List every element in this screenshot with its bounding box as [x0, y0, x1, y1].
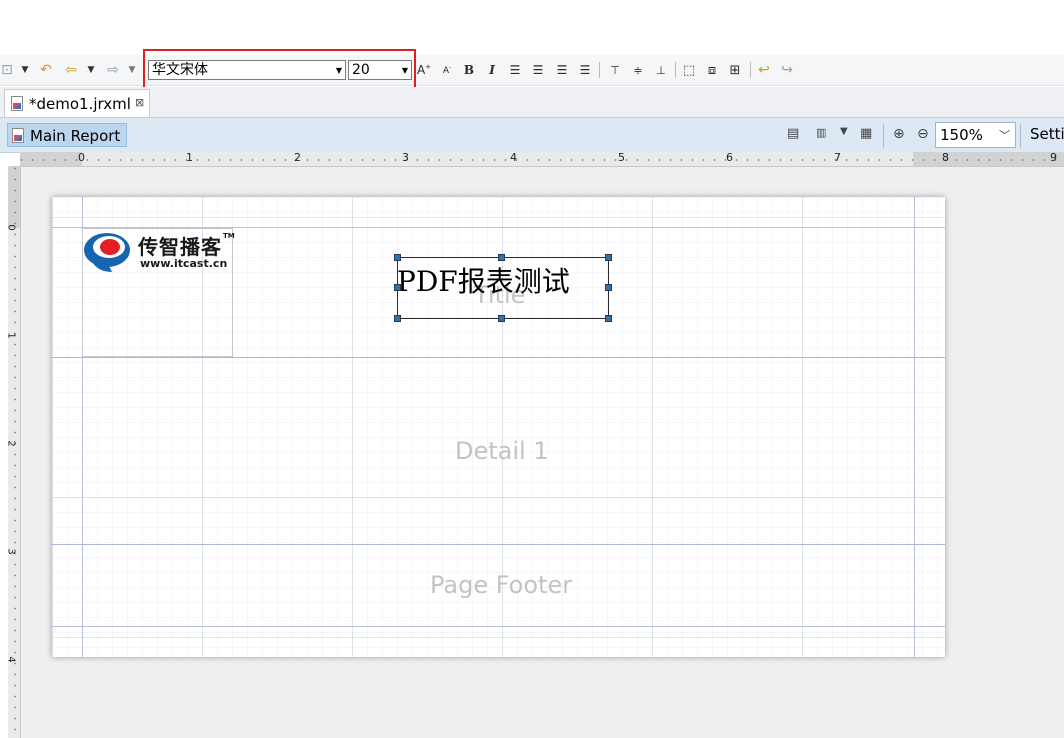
title-band-bottom[interactable]: [52, 357, 945, 358]
report-file-icon: [11, 96, 23, 111]
ruler-number: 7: [834, 152, 841, 164]
report-file-icon: [12, 128, 24, 143]
band-label-page-footer: Page Footer: [430, 571, 573, 599]
ruler-number: 1: [8, 332, 17, 338]
redo-alt-icon[interactable]: ↪: [778, 55, 796, 85]
resize-handle-n[interactable]: [498, 254, 505, 261]
right-margin-line: [914, 197, 915, 657]
fit-height-icon[interactable]: ⧈: [704, 55, 720, 85]
data-preview-icon[interactable]: ▥: [816, 126, 826, 139]
decrease-font-icon[interactable]: A-: [440, 55, 454, 85]
ruler-number: 3: [8, 548, 17, 554]
valign-middle-icon[interactable]: ≑: [630, 55, 646, 85]
resize-handle-s[interactable]: [498, 315, 505, 322]
detail-band-bottom[interactable]: [52, 544, 945, 545]
chevron-down-icon[interactable]: ﹀: [999, 127, 1010, 143]
undo-icon[interactable]: ↶: [36, 55, 56, 85]
ruler-number: 6: [726, 152, 733, 164]
back-nav-dropdown-icon[interactable]: ▼: [19, 55, 31, 85]
zoom-value: 150%: [940, 126, 983, 144]
toolbar-separator: [750, 62, 751, 78]
align-right-icon[interactable]: ☰: [554, 55, 570, 85]
resize-handle-w[interactable]: [394, 284, 401, 291]
ruler-number: 4: [510, 152, 517, 164]
increase-font-icon[interactable]: A+: [416, 55, 432, 85]
export-icon[interactable]: ▦: [860, 126, 872, 141]
logo-url: www.itcast.cn: [140, 257, 228, 270]
tab-demo1-jrxml[interactable]: *demo1.jrxml ⊠: [4, 89, 150, 117]
valign-top-icon[interactable]: ⊤: [607, 55, 623, 85]
settings-button[interactable]: Setti: [1030, 125, 1064, 143]
back-arrow-dropdown-icon[interactable]: ▼: [85, 55, 97, 85]
ruler-number: 9: [1050, 152, 1057, 164]
logo-trademark: TM: [223, 232, 235, 240]
italic-icon[interactable]: I: [485, 55, 499, 85]
back-nav-icon[interactable]: ⊡: [0, 55, 14, 85]
resize-handle-sw[interactable]: [394, 315, 401, 322]
ruler-number: 8: [942, 152, 949, 164]
align-justify-icon[interactable]: ☰: [577, 55, 593, 85]
ruler-number: 1: [186, 152, 193, 164]
band-layout-icon[interactable]: ▤: [787, 126, 799, 141]
toolbar-separator: [1020, 124, 1021, 148]
zoom-in-icon[interactable]: ⊕: [893, 126, 905, 142]
resize-handle-se[interactable]: [605, 315, 612, 322]
fit-both-icon[interactable]: ⊞: [727, 55, 743, 85]
forward-dropdown-icon[interactable]: ▼: [126, 55, 138, 85]
fit-width-icon[interactable]: ⬚: [681, 55, 697, 85]
close-icon[interactable]: ⊠: [135, 96, 144, 109]
toolbar-separator: [675, 62, 676, 78]
toolbar-separator: [599, 62, 600, 78]
zoom-select[interactable]: 150% ﹀: [935, 122, 1016, 148]
forward-arrow-icon[interactable]: ⇨: [103, 55, 123, 85]
valign-bottom-icon[interactable]: ⊥: [653, 55, 669, 85]
main-report-label: Main Report: [30, 127, 121, 145]
resize-handle-nw[interactable]: [394, 254, 401, 261]
ruler-number: 2: [294, 152, 301, 164]
bottom-margin-line: [52, 626, 945, 627]
tab-label: *demo1.jrxml: [29, 95, 131, 113]
logo-icon: [84, 233, 130, 272]
undo-alt-icon[interactable]: ↩: [755, 55, 773, 85]
back-arrow-icon[interactable]: ⇦: [61, 55, 81, 85]
zoom-out-icon[interactable]: ⊖: [917, 126, 929, 142]
logo-text: 传智播客: [138, 235, 222, 259]
main-report-button[interactable]: Main Report: [7, 123, 127, 147]
ruler-ticks: [20, 152, 1064, 166]
ruler-number: 0: [8, 224, 17, 230]
resize-handle-ne[interactable]: [605, 254, 612, 261]
bold-icon[interactable]: B: [462, 55, 476, 85]
ruler-number: 4: [8, 656, 17, 662]
align-center-icon[interactable]: ☰: [530, 55, 546, 85]
ruler-number: 3: [402, 152, 409, 164]
text-element-content: PDF报表测试: [397, 265, 570, 298]
editor-tab-strip: *demo1.jrxml ⊠: [0, 87, 1064, 118]
ruler-ticks: [8, 166, 20, 738]
ruler-number: 5: [618, 152, 625, 164]
align-left-icon[interactable]: ☰: [507, 55, 523, 85]
ruler-number: 2: [8, 440, 17, 446]
toolbar-separator: [883, 124, 884, 148]
band-label-detail: Detail 1: [455, 437, 549, 465]
resize-handle-e[interactable]: [605, 284, 612, 291]
ruler-number: 0: [78, 152, 85, 164]
chevron-down-icon[interactable]: ▼: [840, 126, 848, 137]
vertical-ruler: 0 1 2 3 4: [8, 166, 21, 738]
horizontal-ruler: 0 1 2 3 4 5 6 7 8 9: [20, 152, 1064, 167]
highlight-box: [143, 49, 416, 90]
